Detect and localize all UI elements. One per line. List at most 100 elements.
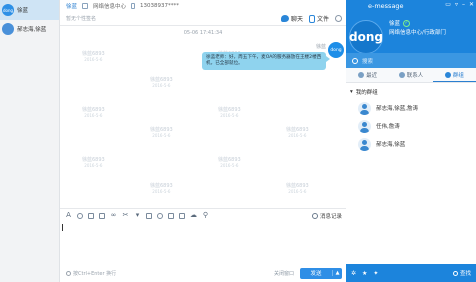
contact-search[interactable]: 搜索 (346, 53, 476, 68)
message-history-label: 消息记录 (319, 213, 342, 220)
settings-gear-icon[interactable] (335, 15, 342, 22)
group-list: 郝志海,徐蓝,詹涛 任伟,詹涛 郝志海,徐蓝 (346, 99, 476, 153)
tab-recent[interactable]: 最近 (346, 68, 389, 82)
message-input[interactable] (60, 222, 346, 264)
input-hint: 按Ctrl+Enter 换行 (66, 270, 274, 277)
emessage-app: dong 徐蓝 郝志海,徐蓝 徐蓝 网络信息中心 13038937**** 暂无… (0, 0, 476, 282)
emoji-icon[interactable] (77, 212, 83, 219)
chevron-down-icon: ▾ (350, 89, 353, 95)
contact-item[interactable]: dong 徐蓝 (0, 0, 59, 20)
chat-contact-dept: 网络信息中心 (93, 4, 127, 10)
window-controls: ▭ ▿ – ✕ (445, 2, 474, 8)
user-icon[interactable]: ⚲ (202, 212, 209, 219)
list-item[interactable]: 郝志海,徐蓝,詹涛 (346, 99, 476, 117)
chat-header: 徐蓝 网络信息中心 13038937**** (60, 0, 346, 12)
tab-recent-label: 最近 (366, 73, 378, 79)
clock-icon (311, 212, 318, 219)
tab-chat[interactable]: 聊天 (280, 14, 303, 23)
groups-icon (444, 71, 451, 78)
document-icon[interactable] (168, 212, 174, 219)
search-icon (352, 57, 358, 64)
apps-icon[interactable]: ✦ (373, 270, 378, 277)
skin-icon[interactable]: ▭ (445, 2, 451, 8)
watermark: 徐蓝68932016-5-6 (218, 157, 241, 169)
watermark: 徐蓝68932016-5-6 (150, 77, 173, 89)
chat-contact-name[interactable]: 徐蓝 (66, 2, 77, 10)
contact-item[interactable]: 郝志海,徐蓝 (0, 20, 59, 37)
text-caret (62, 224, 63, 231)
menu-icon[interactable]: ▿ (455, 2, 458, 8)
send-button-label: 发送 (310, 271, 322, 277)
chat-contact-phone: 13038937**** (140, 3, 180, 9)
group-name: 任伟,詹涛 (376, 124, 400, 130)
watermark: 徐蓝68932016-5-6 (150, 183, 173, 195)
tab-contacts-label: 联系人 (406, 73, 424, 79)
star-icon[interactable]: ★ (362, 270, 367, 277)
tab-file-label: 文件 (316, 16, 329, 23)
recent-contacts-panel: dong 徐蓝 郝志海,徐蓝 (0, 0, 60, 282)
close-icon[interactable]: ✕ (469, 2, 474, 8)
message-area: 徐蓝6893 2016-5-6 徐蓝6893 2016-5-6 徐蓝6893 2016… (60, 26, 346, 208)
watermark: 徐蓝68932016-5-6 (82, 157, 105, 169)
image-icon[interactable] (88, 212, 94, 219)
group-section-header[interactable]: ▾ 我的群组 (350, 88, 378, 96)
department-icon (82, 3, 89, 9)
online-status-icon[interactable]: ✓ (403, 19, 411, 27)
find-button[interactable]: 查找 (452, 269, 471, 277)
gallery-icon[interactable] (179, 212, 185, 219)
search-placeholder: 搜索 (362, 58, 374, 65)
folder-icon[interactable] (146, 212, 152, 219)
user-avatar[interactable]: dong (349, 20, 383, 54)
search-icon (452, 270, 458, 276)
watermark: 徐蓝68932016-5-6 (82, 107, 105, 119)
recent-icon (358, 72, 365, 78)
group-name: 郝志海,徐蓝 (376, 142, 406, 148)
app-title: e-message (368, 2, 404, 10)
chat-icon (280, 15, 289, 22)
group-name: 郝志海,徐蓝,詹涛 (376, 106, 418, 112)
contact-name: 郝志海,徐蓝 (17, 26, 47, 33)
scissors-icon[interactable]: ✂ (122, 212, 129, 219)
input-hint-text: 按Ctrl+Enter 换行 (73, 270, 117, 277)
minimize-icon[interactable]: – (462, 2, 465, 8)
watermark: 徐蓝68932016-5-6 (286, 127, 309, 139)
find-label: 查找 (459, 271, 471, 277)
group-avatar-icon (2, 22, 14, 35)
message-bubble: 徐蓝老师：好，周五下午，麦OA的服务器放在王楼2楼西机，已全部就位。 (202, 52, 330, 70)
chat-window: 徐蓝 网络信息中心 13038937**** 暂无个性签名 聊天 文件 徐蓝68… (60, 0, 346, 282)
chat-subheader: 暂无个性签名 聊天 文件 (60, 12, 346, 26)
picture-icon[interactable] (99, 212, 105, 219)
group-icon (358, 101, 371, 115)
tab-groups-label: 群组 (452, 72, 464, 79)
info-icon (66, 270, 71, 276)
user-name-row: 徐蓝 ✓ (389, 19, 411, 27)
message-history-button[interactable]: 消息记录 (311, 212, 342, 220)
watermark: 徐蓝68932016-5-6 (218, 107, 241, 119)
list-item[interactable]: 郝志海,徐蓝 (346, 135, 476, 153)
dropdown-icon[interactable]: ▾ (134, 212, 141, 219)
message-avatar[interactable]: dong (328, 42, 344, 58)
settings-icon[interactable]: ✲ (351, 270, 356, 277)
watermark: 徐蓝68932016-5-6 (82, 51, 105, 63)
tab-groups[interactable]: 群组 (432, 68, 476, 82)
chat-footer: 按Ctrl+Enter 换行 关闭窗口 发送 ▲ (60, 264, 346, 282)
emessage-main-panel: e-message ▭ ▿ – ✕ dong 徐蓝 ✓ 网络信息中心/行政部门 … (346, 0, 476, 282)
tab-file[interactable]: 文件 (308, 14, 329, 23)
tab-contacts[interactable]: 联系人 (389, 68, 432, 82)
tab-chat-label: 聊天 (290, 16, 303, 23)
font-icon[interactable]: A (65, 212, 72, 219)
file-icon (308, 14, 315, 23)
avatar: dong (2, 4, 14, 16)
panel-footer: ✲ ★ ✦ 查找 (346, 264, 476, 282)
close-window-button[interactable]: 关闭窗口 (274, 270, 294, 277)
contact-name: 徐蓝 (17, 8, 29, 14)
group-icon (358, 137, 371, 151)
send-button[interactable]: 发送 ▲ (300, 267, 342, 279)
chevron-up-icon[interactable]: ▲ (332, 270, 342, 276)
link-icon[interactable]: ∞ (110, 212, 117, 219)
list-item[interactable]: 任伟,詹涛 (346, 117, 476, 135)
signature-text: 暂无个性签名 (66, 16, 97, 22)
group-section-title: 我的群组 (355, 90, 378, 96)
screen-share-icon[interactable] (157, 212, 163, 219)
cloud-icon[interactable]: ☁ (190, 212, 197, 219)
